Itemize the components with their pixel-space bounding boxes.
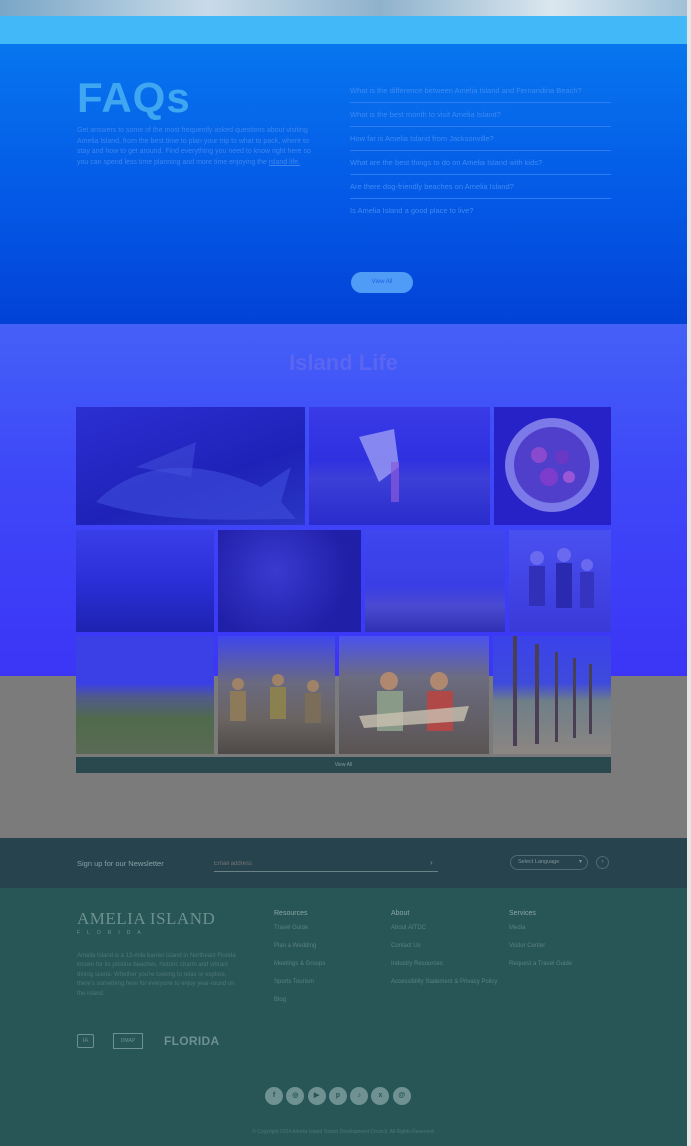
photo-tile-fish[interactable] bbox=[76, 407, 305, 525]
social-links: f ◎ ▶ p ♪ x @ bbox=[265, 1087, 414, 1105]
faq-question[interactable]: What is the best month to visit Amelia I… bbox=[350, 103, 611, 127]
copyright-text: © Copyright 2024 Amelia Island Tourist D… bbox=[252, 1129, 435, 1135]
photo-tile-trees[interactable] bbox=[218, 530, 361, 632]
faq-question[interactable]: What are the best things to do on Amelia… bbox=[350, 151, 611, 175]
partner-badges: IA DMAP FLORIDA bbox=[77, 1033, 219, 1049]
language-go-button[interactable]: › bbox=[596, 856, 609, 869]
newsletter-submit-icon[interactable]: › bbox=[430, 858, 433, 867]
footer-column-about: About About AITDC Contact Us Industry Re… bbox=[391, 910, 501, 996]
footer-link[interactable]: Accessibility Statement & Privacy Policy bbox=[391, 978, 501, 988]
facebook-icon[interactable]: f bbox=[265, 1087, 283, 1105]
header-band bbox=[0, 16, 687, 44]
footer-link[interactable]: Meetings & Groups bbox=[274, 960, 384, 970]
newsletter-label: Sign up for our Newsletter bbox=[77, 859, 164, 868]
footer-link[interactable]: Sports Tourism bbox=[274, 978, 384, 988]
fishermen-photo bbox=[359, 672, 469, 731]
top-banner bbox=[0, 0, 691, 16]
faq-intro: Get answers to some of the most frequent… bbox=[77, 126, 321, 168]
footer-link[interactable]: Media bbox=[509, 924, 609, 934]
newsletter-bar: Sign up for our Newsletter › Select Lang… bbox=[0, 838, 687, 888]
photo-tile-marsh[interactable] bbox=[76, 636, 214, 754]
faq-intro-link[interactable]: island life. bbox=[269, 159, 300, 166]
threads-icon[interactable]: @ bbox=[392, 1087, 411, 1105]
logo-sub-text: FLORIDA bbox=[77, 930, 148, 936]
ia-badge-icon[interactable]: IA bbox=[77, 1034, 94, 1048]
faq-question[interactable]: What is the difference between Amelia Is… bbox=[350, 79, 611, 103]
chevron-down-icon: ▾ bbox=[578, 859, 582, 865]
footer-description: Amelia Island is a 13-mile barrier islan… bbox=[77, 953, 236, 997]
photo-tile-friends[interactable] bbox=[218, 636, 335, 754]
faq-question[interactable]: How far is Amelia Island from Jacksonvil… bbox=[350, 127, 611, 151]
footer-link[interactable]: Plan a Wedding bbox=[274, 942, 384, 952]
footer-column-heading: About bbox=[391, 910, 410, 917]
x-icon[interactable]: x bbox=[371, 1087, 390, 1105]
amelia-island-logo[interactable]: AMELIA ISLAND FLORIDA bbox=[77, 909, 215, 936]
photo-tile-food[interactable] bbox=[494, 407, 611, 525]
faq-question[interactable]: Are there dog-friendly beaches on Amelia… bbox=[350, 175, 611, 199]
newsletter-email-input[interactable] bbox=[214, 856, 438, 872]
footer-column-heading: Resources bbox=[274, 910, 308, 917]
visit-florida-logo[interactable]: FLORIDA bbox=[164, 1034, 219, 1048]
footer-link[interactable]: Request a Travel Guide bbox=[509, 960, 609, 970]
tiktok-icon[interactable]: ♪ bbox=[350, 1087, 369, 1105]
language-select-label: Select Language bbox=[518, 859, 560, 865]
photo-tile-bikes[interactable] bbox=[365, 530, 505, 632]
language-select[interactable]: Select Language ▾ bbox=[510, 855, 588, 870]
footer-column-heading: Services bbox=[509, 910, 536, 917]
friends-photo bbox=[230, 674, 321, 723]
fish-photo bbox=[96, 442, 296, 520]
faq-list: What is the difference between Amelia Is… bbox=[350, 79, 611, 222]
footer: AMELIA ISLAND FLORIDA Amelia Island is a… bbox=[0, 888, 687, 1146]
island-life-view-all[interactable]: View All bbox=[76, 757, 611, 773]
pinterest-icon[interactable]: p bbox=[328, 1087, 347, 1105]
faq-question[interactable]: Is Amelia Island a good place to live? bbox=[350, 199, 611, 222]
photo-tile-fishermen[interactable] bbox=[339, 636, 489, 754]
instagram-icon[interactable]: ◎ bbox=[286, 1087, 305, 1105]
scrollbar-track[interactable] bbox=[687, 0, 691, 1146]
family-photo bbox=[529, 548, 594, 608]
island-life-title: Island Life bbox=[289, 350, 398, 375]
footer-link[interactable]: Blog bbox=[274, 996, 384, 1006]
footer-link[interactable]: Contact Us bbox=[391, 942, 501, 952]
photo-tile-family[interactable] bbox=[509, 530, 611, 632]
footer-link[interactable]: Visitor Center bbox=[509, 942, 609, 952]
footer-link[interactable]: Industry Resources bbox=[391, 960, 501, 970]
footer-link[interactable]: Travel Guide bbox=[274, 924, 384, 934]
footer-column-resources: Resources Travel Guide Plan a Wedding Me… bbox=[274, 910, 384, 1014]
food-photo bbox=[505, 418, 599, 512]
dmap-badge-icon[interactable]: DMAP bbox=[113, 1033, 143, 1049]
youtube-icon[interactable]: ▶ bbox=[307, 1087, 326, 1105]
footer-link[interactable]: About AITDC bbox=[391, 924, 501, 934]
shell-photo bbox=[359, 429, 399, 502]
photo-tile-shell[interactable] bbox=[309, 407, 490, 525]
faq-view-all-button[interactable]: View All bbox=[351, 272, 413, 293]
photo-tile-pier[interactable] bbox=[493, 636, 611, 754]
photo-tile-coast[interactable] bbox=[76, 530, 214, 632]
footer-column-services: Services Media Visitor Center Request a … bbox=[509, 910, 609, 978]
faq-section: FAQs Get answers to some of the most fre… bbox=[0, 44, 687, 324]
logo-main-text: AMELIA ISLAND bbox=[77, 909, 216, 928]
pier-photo bbox=[513, 636, 592, 746]
faq-title: FAQs bbox=[77, 74, 191, 121]
